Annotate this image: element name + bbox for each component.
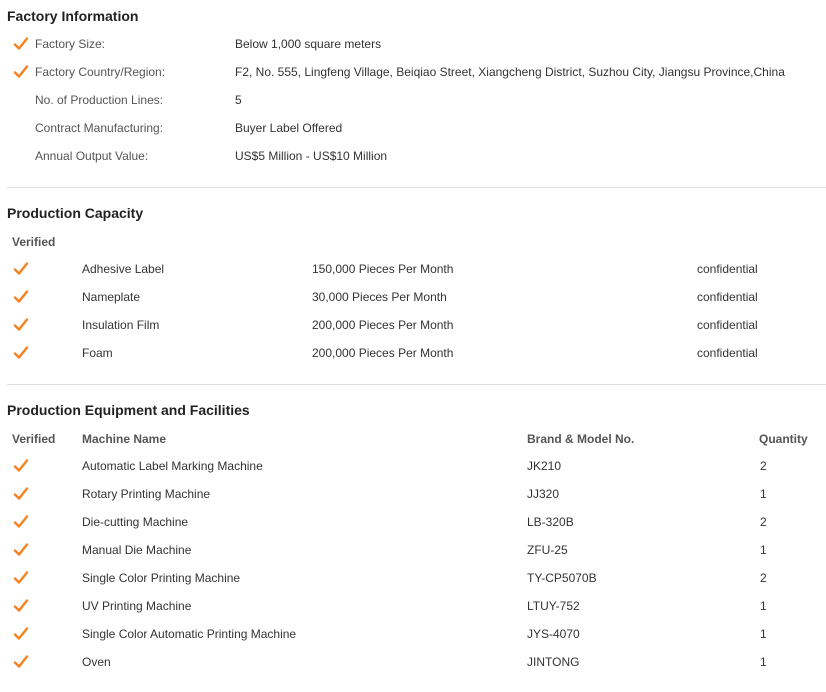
capacity-amount: 150,000 Pieces Per Month — [312, 262, 454, 276]
factory-info-row: No. of Production Lines: 5 — [0, 86, 826, 114]
machine-model: JK210 — [527, 459, 562, 473]
brand-model-header: Brand & Model No. — [527, 432, 635, 446]
capacity-amount: 30,000 Pieces Per Month — [312, 290, 447, 304]
equipment-row: UV Printing Machine LTUY-752 1 — [0, 592, 826, 620]
check-icon — [13, 570, 29, 586]
machine-quantity: 1 — [760, 543, 767, 557]
machine-model: TY-CP5070B — [527, 571, 597, 585]
machine-quantity: 1 — [760, 487, 767, 501]
equipment-row: Single Color Automatic Printing Machine J… — [0, 620, 826, 648]
capacity-verified-header: Verified — [12, 235, 56, 249]
factory-info-row: Factory Size: Below 1,000 square meters — [0, 30, 826, 58]
factory-info-label: No. of Production Lines: — [35, 93, 164, 107]
check-icon — [13, 514, 29, 530]
production-capacity-title: Production Capacity — [7, 205, 144, 221]
machine-model: JJ320 — [527, 487, 560, 501]
factory-info-title: Factory Information — [7, 8, 139, 24]
machine-quantity: 1 — [760, 599, 767, 613]
machine-quantity: 2 — [760, 571, 767, 585]
equipment-row: Manual Die Machine ZFU-25 1 — [0, 536, 826, 564]
capacity-note: confidential — [697, 318, 758, 332]
check-icon — [13, 289, 29, 305]
section-divider — [7, 384, 826, 385]
quantity-header: Quantity — [759, 432, 808, 446]
machine-model: LTUY-752 — [527, 599, 580, 613]
machine-quantity: 1 — [760, 627, 767, 641]
capacity-row: Foam 200,000 Pieces Per Month confidential — [0, 339, 826, 367]
capacity-product-name: Adhesive Label — [82, 262, 165, 276]
factory-info-value: F2, No. 555, Lingfeng Village, Beiqiao S… — [235, 65, 785, 79]
factory-info-label: Factory Size: — [35, 37, 106, 51]
machine-name: Die-cutting Machine — [82, 515, 189, 529]
machine-name: UV Printing Machine — [82, 599, 192, 613]
check-icon — [13, 654, 29, 670]
equipment-row: Automatic Label Marking Machine JK210 2 — [0, 452, 826, 480]
capacity-amount: 200,000 Pieces Per Month — [312, 318, 454, 332]
check-icon — [13, 64, 29, 80]
capacity-product-name: Foam — [82, 346, 113, 360]
check-icon — [13, 261, 29, 277]
machine-name-header: Machine Name — [82, 432, 167, 446]
machine-model: JYS-4070 — [527, 627, 580, 641]
machine-model: ZFU-25 — [527, 543, 568, 557]
check-icon — [13, 36, 29, 52]
machine-name: Rotary Printing Machine — [82, 487, 211, 501]
factory-info-row: Contract Manufacturing: Buyer Label Offer… — [0, 114, 826, 142]
capacity-product-name: Nameplate — [82, 290, 141, 304]
machine-quantity: 2 — [760, 515, 767, 529]
factory-info-value: Buyer Label Offered — [235, 121, 343, 135]
machine-name: Single Color Automatic Printing Machine — [82, 627, 297, 641]
machine-model: JINTONG — [527, 655, 580, 669]
factory-info-value: 5 — [235, 93, 242, 107]
factory-info-label: Annual Output Value: — [35, 149, 149, 163]
equipment-row: Oven JINTONG 1 — [0, 648, 826, 676]
check-icon — [13, 542, 29, 558]
check-icon — [13, 345, 29, 361]
check-icon — [13, 317, 29, 333]
factory-info-value: Below 1,000 square meters — [235, 37, 382, 51]
capacity-amount: 200,000 Pieces Per Month — [312, 346, 454, 360]
capacity-note: confidential — [697, 346, 758, 360]
check-icon — [13, 598, 29, 614]
equipment-verified-header: Verified — [12, 432, 56, 446]
capacity-product-name: Insulation Film — [82, 318, 160, 332]
factory-info-value: US$5 Million - US$10 Million — [235, 149, 388, 163]
machine-name: Manual Die Machine — [82, 543, 192, 557]
factory-info-label: Contract Manufacturing: — [35, 121, 164, 135]
check-icon — [13, 458, 29, 474]
equipment-row: Die-cutting Machine LB-320B 2 — [0, 508, 826, 536]
machine-name: Automatic Label Marking Machine — [82, 459, 263, 473]
equipment-row: Rotary Printing Machine JJ320 1 — [0, 480, 826, 508]
equipment-row: Single Color Printing Machine TY-CP5070B 2 — [0, 564, 826, 592]
capacity-row: Adhesive Label 150,000 Pieces Per Month co… — [0, 255, 826, 283]
check-icon — [13, 486, 29, 502]
machine-quantity: 1 — [760, 655, 767, 669]
capacity-note: confidential — [697, 262, 758, 276]
machine-name: Oven — [82, 655, 111, 669]
capacity-row: Nameplate 30,000 Pieces Per Month confiden… — [0, 283, 826, 311]
machine-model: LB-320B — [527, 515, 574, 529]
factory-info-row: Annual Output Value: US$5 Million - US$10… — [0, 142, 826, 170]
capacity-row: Insulation Film 200,000 Pieces Per Month c… — [0, 311, 826, 339]
factory-info-label: Factory Country/Region: — [35, 65, 166, 79]
check-icon — [13, 626, 29, 642]
factory-info-row: Factory Country/Region: F2, No. 555, Ling… — [0, 58, 826, 86]
section-divider — [7, 187, 826, 188]
equipment-title: Production Equipment and Facilities — [7, 402, 250, 418]
capacity-note: confidential — [697, 290, 758, 304]
machine-name: Single Color Printing Machine — [82, 571, 241, 585]
machine-quantity: 2 — [760, 459, 767, 473]
